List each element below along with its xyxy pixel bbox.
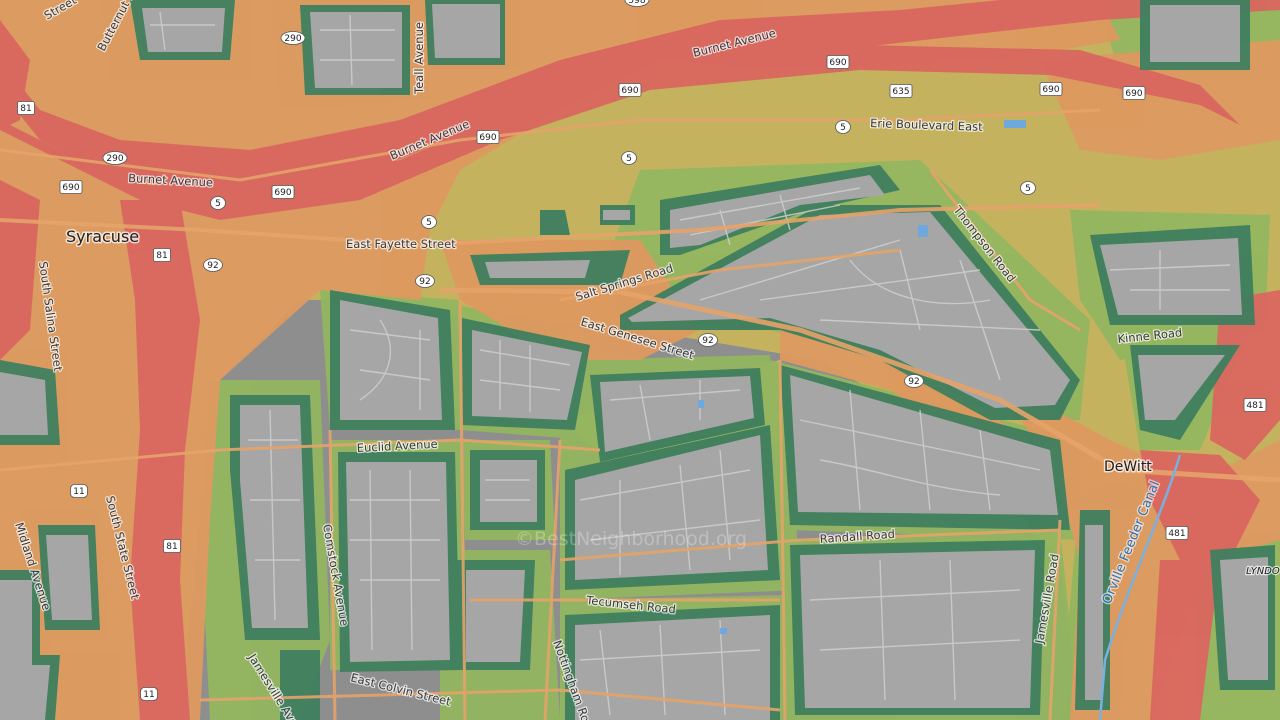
route-shield-5: 5 xyxy=(835,120,851,134)
route-shield-92: 92 xyxy=(904,374,924,388)
route-shield-92: 92 xyxy=(203,258,223,272)
route-shield-number: 92 xyxy=(908,377,919,387)
route-shield-number: 598 xyxy=(628,0,645,6)
place-label-dewitt[interactable]: DeWitt xyxy=(1103,458,1154,477)
street-label-east-fayette-street: East Fayette Street xyxy=(346,237,456,251)
route-shield-635: 635 xyxy=(889,84,913,98)
route-shield-690: 690 xyxy=(59,180,83,194)
route-shield-number: 290 xyxy=(284,34,301,44)
route-shield-number: 690 xyxy=(1042,85,1059,95)
route-shield-number: 290 xyxy=(106,154,123,164)
route-shield-number: 11 xyxy=(73,487,84,497)
route-shield-690: 690 xyxy=(618,83,642,97)
route-shield-5: 5 xyxy=(210,196,226,210)
pond xyxy=(698,400,704,408)
route-shield-92: 92 xyxy=(415,274,435,288)
route-shield-481: 481 xyxy=(1243,398,1267,412)
route-shield-5: 5 xyxy=(1020,181,1036,195)
route-shield-690: 690 xyxy=(1122,86,1146,100)
route-shield-number: 481 xyxy=(1246,401,1263,411)
pond xyxy=(918,225,928,237)
street-label-teall-avenue: Teall Avenue xyxy=(412,22,426,95)
route-shield-number: 11 xyxy=(143,690,154,700)
watermark: ©BestNeighborhood.org xyxy=(515,528,747,550)
route-shield-81: 81 xyxy=(163,539,181,553)
route-shield-11: 11 xyxy=(70,484,88,498)
route-shield-number: 690 xyxy=(1125,89,1142,99)
route-shield-number: 5 xyxy=(426,218,432,228)
route-shield-5: 5 xyxy=(421,215,437,229)
route-shield-number: 92 xyxy=(702,336,713,346)
route-shield-number: 690 xyxy=(62,183,79,193)
route-shield-81: 81 xyxy=(153,248,171,262)
place-label-lyndon: LYNDO xyxy=(1246,566,1280,577)
route-shield-number: 5 xyxy=(626,154,632,164)
route-shield-number: 92 xyxy=(207,261,218,271)
pond xyxy=(1004,120,1026,128)
route-shield-690: 690 xyxy=(1039,82,1063,96)
route-shield-290: 290 xyxy=(102,151,128,165)
route-shield-5: 5 xyxy=(621,151,637,165)
route-shield-number: 5 xyxy=(215,199,221,209)
route-shield-481: 481 xyxy=(1165,526,1189,540)
place-label-syracuse[interactable]: Syracuse xyxy=(65,226,141,248)
route-shield-number: 5 xyxy=(1025,184,1031,194)
route-shield-number: 81 xyxy=(156,251,167,261)
route-shield-number: 690 xyxy=(829,58,846,68)
route-shield-number: 81 xyxy=(20,104,31,114)
route-shield-92: 92 xyxy=(698,333,718,347)
route-shield-number: 690 xyxy=(621,86,638,96)
route-shield-number: 690 xyxy=(479,133,496,143)
route-shield-690: 690 xyxy=(826,55,850,69)
map-container[interactable]: ©BestNeighborhood.org Syracuse DeWitt Bu… xyxy=(0,0,1280,720)
route-shield-81: 81 xyxy=(17,101,35,115)
route-shield-690: 690 xyxy=(476,130,500,144)
heatmap-map[interactable]: ©BestNeighborhood.org Syracuse DeWitt Bu… xyxy=(0,0,1280,720)
route-shield-number: 81 xyxy=(166,542,177,552)
route-shield-598: 598 xyxy=(624,0,650,7)
pond xyxy=(720,628,727,634)
route-shield-number: 92 xyxy=(419,277,430,287)
route-shield-number: 5 xyxy=(840,123,846,133)
route-shield-290: 290 xyxy=(280,31,306,45)
route-shield-11: 11 xyxy=(140,687,158,701)
route-shield-number: 635 xyxy=(892,87,909,97)
route-shield-690: 690 xyxy=(271,185,295,199)
route-shield-number: 481 xyxy=(1168,529,1185,539)
route-shield-number: 690 xyxy=(274,188,291,198)
